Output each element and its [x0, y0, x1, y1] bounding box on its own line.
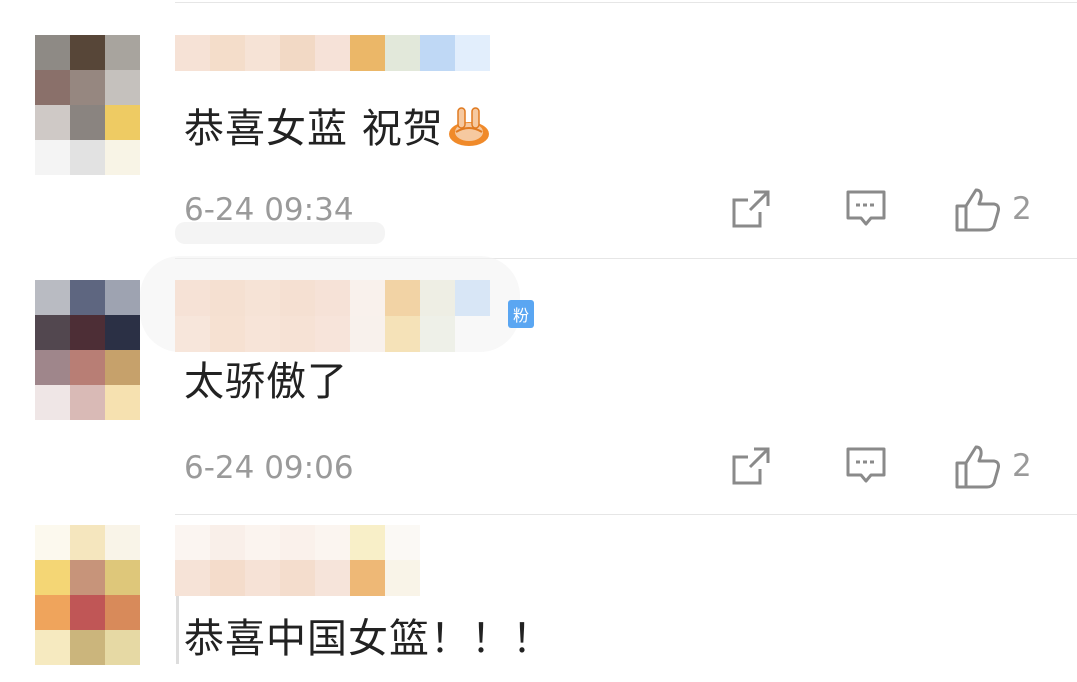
comment-time: 6-24 09:34 [184, 192, 354, 224]
avatar[interactable] [35, 35, 140, 175]
comment-icon [846, 190, 886, 226]
avatar[interactable] [35, 525, 140, 665]
username[interactable] [175, 280, 490, 316]
comment-text: 恭喜女蓝 祝贺 [184, 102, 492, 154]
username-blur [175, 316, 455, 352]
fan-badge: 粉 [508, 300, 535, 328]
victory-hand-emoji [448, 107, 489, 146]
divider [175, 2, 1077, 3]
share-icon [732, 190, 770, 228]
comment-text: 恭喜中国女篮！！！ [184, 616, 553, 662]
comment-text: 太骄傲了 [184, 359, 348, 405]
thumbs-up-icon [955, 188, 1000, 232]
like-button[interactable]: 2 [954, 186, 1032, 232]
blur-edge [176, 596, 179, 664]
divider [175, 514, 1077, 515]
comment-text-content: 恭喜女蓝 祝贺 [184, 106, 444, 152]
username-blur [175, 560, 420, 596]
share-button[interactable] [730, 445, 772, 487]
reply-button[interactable] [845, 445, 887, 487]
share-icon [732, 447, 770, 485]
comment-icon [846, 447, 886, 483]
username[interactable] [175, 525, 420, 561]
comment-time: 6-24 09:06 [184, 450, 354, 486]
username[interactable] [175, 35, 490, 71]
like-button[interactable]: 2 [954, 443, 1032, 489]
avatar[interactable] [35, 280, 140, 420]
like-count: 2 [1012, 191, 1032, 227]
like-count: 2 [1012, 448, 1032, 484]
blur-overlay [175, 222, 385, 244]
thumbs-up-icon [955, 445, 1000, 489]
share-button[interactable] [730, 188, 772, 230]
reply-button[interactable] [845, 188, 887, 230]
